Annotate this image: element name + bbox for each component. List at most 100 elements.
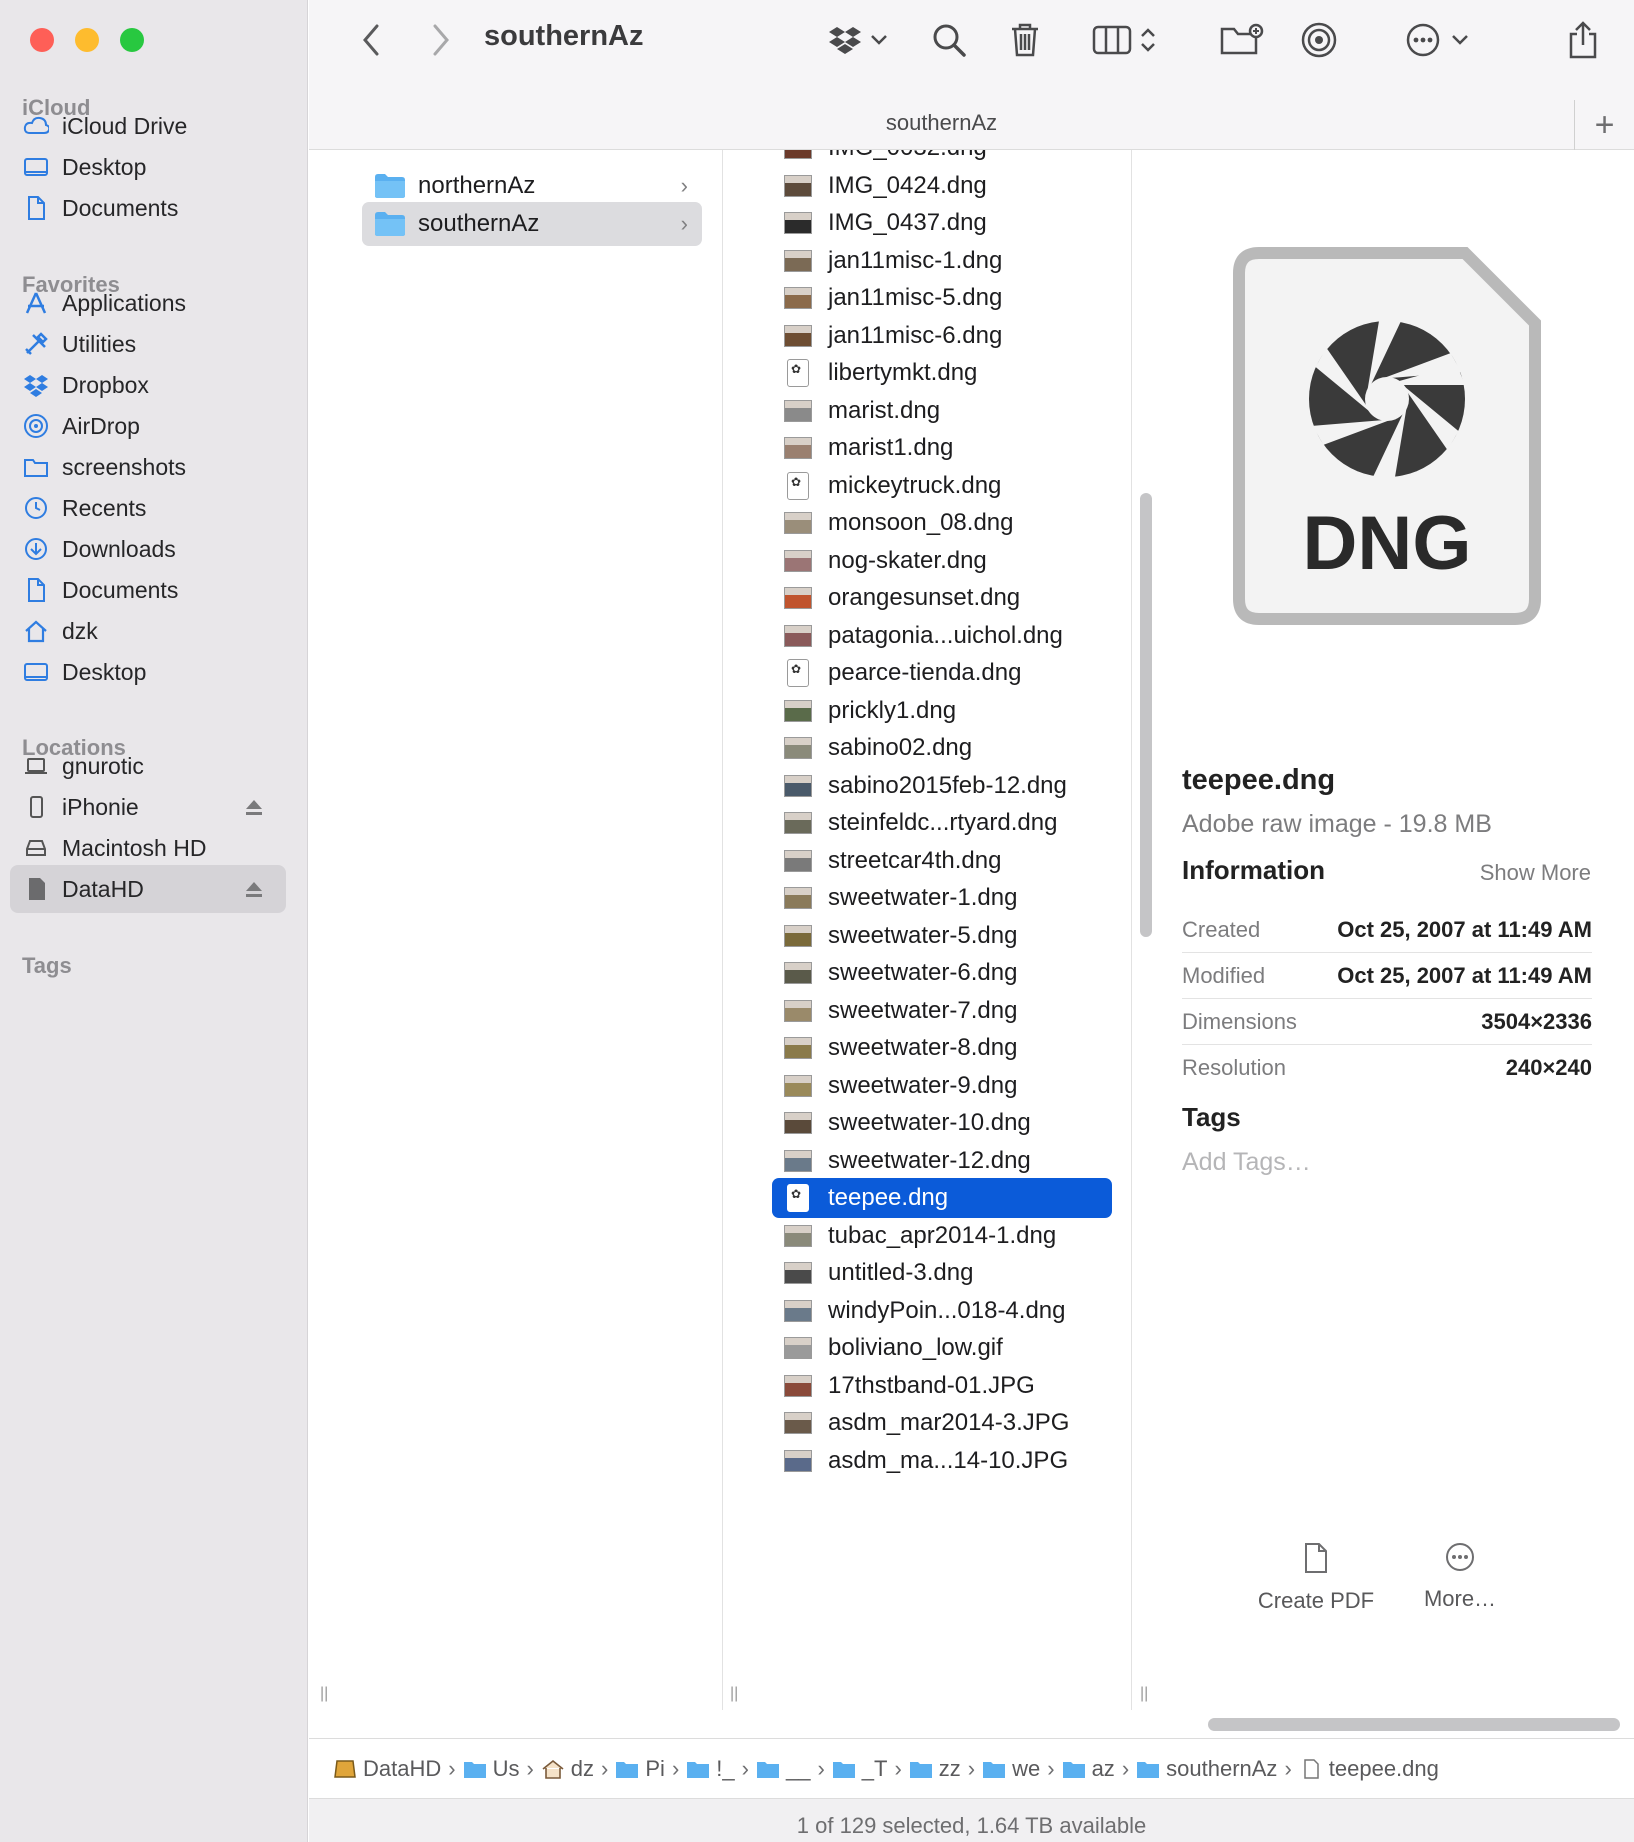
add-tags-field[interactable]: Add Tags… (1182, 1148, 1311, 1177)
file-item[interactable]: sweetwater-7.dng (772, 991, 1112, 1031)
image-thumbnail-icon (784, 512, 812, 534)
file-item[interactable]: prickly1.dng (772, 691, 1112, 731)
applications-icon (25, 292, 47, 314)
path-crumb[interactable]: _T › (832, 1756, 902, 1782)
path-crumb[interactable]: we › (982, 1756, 1055, 1782)
close-window-button[interactable] (30, 28, 54, 52)
file-item[interactable]: sabino2015feb-12.dng (772, 766, 1112, 806)
path-separator: › (817, 1755, 825, 1781)
file-item[interactable]: orangesunset.dng (772, 578, 1112, 618)
file-item[interactable]: teepee.dng (772, 1178, 1112, 1218)
tab-southernaz[interactable]: southernAz (309, 110, 1574, 136)
new-folder-button[interactable] (1217, 18, 1267, 62)
file-item[interactable]: tubac_apr2014-1.dng (772, 1216, 1112, 1256)
vertical-scrollbar[interactable] (1140, 493, 1152, 937)
path-crumb[interactable]: az › (1062, 1756, 1129, 1782)
file-item[interactable]: marist.dng (772, 391, 1112, 431)
column-resize-handle[interactable]: || (320, 1685, 328, 1703)
show-more-button[interactable]: Show More (1480, 860, 1591, 886)
file-item[interactable]: windyPoin...018-4.dng (772, 1291, 1112, 1331)
path-crumb[interactable]: southernAz › (1136, 1756, 1292, 1782)
action-menu-button[interactable] (1397, 18, 1477, 62)
file-item[interactable]: jan11misc-5.dng (772, 278, 1112, 318)
image-thumbnail-icon (784, 587, 812, 609)
file-item[interactable]: pearce-tienda.dng (772, 653, 1112, 693)
path-crumb[interactable]: __ › (756, 1756, 825, 1782)
file-item[interactable]: patagonia...uichol.dng (772, 616, 1112, 656)
folder-icon (24, 459, 48, 477)
path-crumb[interactable]: !_ › (686, 1756, 749, 1782)
file-item[interactable]: IMG_0437.dng (772, 203, 1112, 243)
file-item[interactable]: jan11misc-1.dng (772, 241, 1112, 281)
file-item[interactable]: libertymkt.dng (772, 353, 1112, 393)
folder-item-southernaz[interactable]: southernAz › (362, 202, 702, 246)
file-item[interactable]: sabino02.dng (772, 728, 1112, 768)
file-item[interactable]: 17thstband-01.JPG (772, 1366, 1112, 1406)
file-name: sabino02.dng (828, 734, 973, 761)
image-thumbnail-icon (784, 1375, 812, 1397)
new-tab-button[interactable]: + (1574, 100, 1634, 150)
share-button[interactable] (1561, 18, 1605, 62)
file-item[interactable]: sweetwater-10.dng (772, 1103, 1112, 1143)
column-resize-handle[interactable]: || (730, 1685, 738, 1703)
zoom-window-button[interactable] (120, 28, 144, 52)
minimize-window-button[interactable] (75, 28, 99, 52)
eject-icon[interactable] (244, 797, 264, 817)
forward-button[interactable] (419, 18, 463, 62)
file-item[interactable]: mickeytruck.dng (772, 466, 1112, 506)
path-crumb[interactable]: teepee.dng (1299, 1756, 1439, 1782)
create-pdf-button[interactable]: Create PDF (1241, 1542, 1391, 1614)
file-item[interactable]: monsoon_08.dng (772, 503, 1112, 543)
sidebar-icon (22, 330, 50, 358)
trash-icon (1012, 23, 1038, 57)
file-item[interactable]: sweetwater-1.dng (772, 878, 1112, 918)
path-crumb[interactable]: zz › (909, 1756, 975, 1782)
column-resize-handle[interactable]: || (1140, 1685, 1148, 1703)
image-thumbnail-icon (784, 1037, 812, 1059)
file-name: asdm_mar2014-3.JPG (828, 1409, 1070, 1436)
file-item[interactable]: sweetwater-5.dng (772, 916, 1112, 956)
folder-icon (983, 1761, 1006, 1778)
airdrop-button[interactable] (1297, 18, 1341, 62)
search-button[interactable] (927, 18, 971, 62)
path-crumb[interactable]: dz › (541, 1756, 608, 1782)
info-key: Created (1182, 916, 1261, 942)
path-crumb[interactable]: DataHD › (333, 1756, 456, 1782)
file-item[interactable]: untitled-3.dng (772, 1253, 1112, 1293)
horizontal-scrollbar[interactable] (1208, 1718, 1620, 1731)
file-item[interactable]: boliviano_low.gif (772, 1328, 1112, 1368)
image-thumbnail-icon (784, 175, 812, 197)
file-item[interactable]: sweetwater-6.dng (772, 953, 1112, 993)
path-crumb[interactable]: Us › (463, 1756, 534, 1782)
more-actions-button[interactable]: More… (1385, 1542, 1535, 1612)
file-item[interactable]: nog-skater.dng (772, 541, 1112, 581)
file-item[interactable]: steinfeldc...rtyard.dng (772, 803, 1112, 843)
info-row-created: Created Oct 25, 2007 at 11:49 AM (1182, 907, 1592, 953)
sidebar-item-datahd[interactable]: DataHD (10, 865, 286, 913)
sidebar-item-desktop[interactable]: Desktop (10, 648, 286, 696)
column-parent: northernAz › southernAz › (309, 150, 723, 1710)
sidebar-item-documents[interactable]: Documents (10, 184, 286, 232)
folder-icon (832, 1761, 855, 1778)
file-item[interactable]: jan11misc-6.dng (772, 316, 1112, 356)
file-item[interactable]: marist1.dng (772, 428, 1112, 468)
file-item[interactable]: sweetwater-8.dng (772, 1028, 1112, 1068)
sidebar-icon (22, 194, 50, 222)
back-button[interactable] (349, 18, 393, 62)
file-item[interactable]: IMG_0424.dng (772, 166, 1112, 206)
sidebar-icon (22, 289, 50, 317)
view-mode-button[interactable] (1084, 18, 1164, 62)
file-item[interactable]: streetcar4th.dng (772, 841, 1112, 881)
eject-icon[interactable] (244, 879, 264, 899)
file-item[interactable]: asdm_mar2014-3.JPG (772, 1403, 1112, 1443)
file-item[interactable]: sweetwater-9.dng (772, 1066, 1112, 1106)
path-crumb[interactable]: Pi › (615, 1756, 679, 1782)
dropbox-menu-button[interactable] (823, 18, 893, 62)
trash-button[interactable] (1003, 18, 1047, 62)
file-name: sweetwater-9.dng (828, 1072, 1018, 1099)
file-item[interactable]: sweetwater-12.dng (772, 1141, 1112, 1181)
sidebar-item-label: dzk (62, 617, 98, 644)
file-item[interactable]: asdm_ma...14-10.JPG (772, 1441, 1112, 1481)
chevron-right-icon: › (680, 211, 688, 236)
sidebar-icon (22, 453, 50, 481)
